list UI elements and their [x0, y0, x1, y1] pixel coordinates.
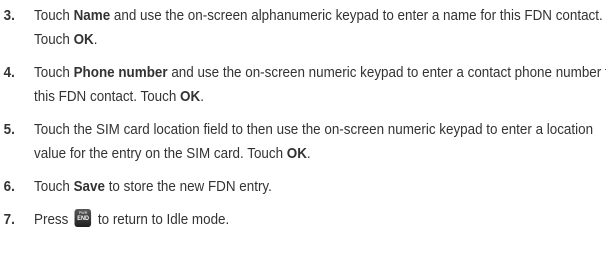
name-option-label: Name [73, 8, 111, 24]
step-text: Touch the SIM card location field to the… [34, 122, 594, 162]
phone-number-option-label: Phone number [73, 65, 168, 81]
ok-label: OK [180, 89, 201, 105]
step-number: 5. [3, 122, 15, 138]
end-key-main-text: END [77, 216, 89, 222]
step-text: Press [34, 212, 73, 228]
step-number: 3. [3, 8, 15, 24]
step-text: to store the new FDN entry. [104, 179, 272, 195]
save-option-label: Save [73, 179, 105, 195]
step-text: . [200, 89, 204, 105]
step-number: 7. [3, 212, 15, 228]
step-6: 6. Touch Save to store the new FDN entry… [0, 175, 606, 199]
step-number: 4. [3, 65, 15, 81]
step-text: Touch [34, 8, 74, 24]
step-text: and use the on-screen alphanumeric keypa… [34, 8, 603, 48]
end-power-key-icon: PWR END [74, 209, 92, 227]
step-text: Touch [34, 65, 74, 81]
ok-label: OK [73, 32, 94, 48]
step-3: 3. Touch Name and use the on-screen alph… [0, 4, 606, 52]
step-4: 4. Touch Phone number and use the on-scr… [0, 61, 606, 109]
step-text: . [306, 146, 311, 162]
step-text: . [93, 32, 98, 48]
ok-label: OK [286, 146, 307, 162]
step-text: Touch [34, 179, 74, 195]
step-number: 6. [3, 179, 15, 195]
step-text: to return to Idle mode. [94, 212, 230, 228]
instruction-steps: 3. Touch Name and use the on-screen alph… [0, 4, 606, 241]
step-7: 7. Press PWR END to return to Idle mode. [0, 208, 606, 232]
step-5: 5. Touch the SIM card location field to … [0, 118, 606, 166]
